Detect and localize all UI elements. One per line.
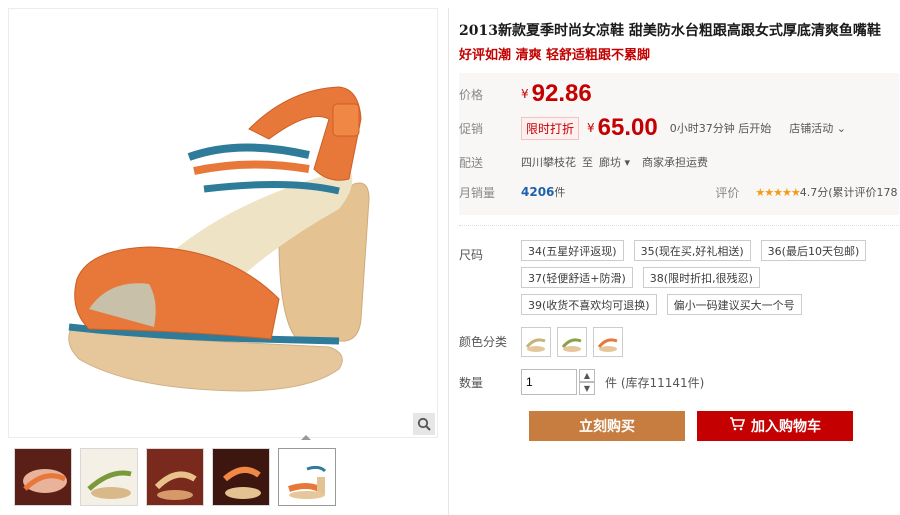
promo-countdown: 0小时37分钟 后开始: [669, 122, 772, 135]
sales-row: 月销量 4206 件 评价 ★★★★★ 4.7分(累计评价178: [459, 177, 899, 207]
sandal-illustration: [68, 86, 370, 392]
quantity-label: 数量: [459, 375, 484, 390]
promo-price: 65.00: [597, 114, 658, 141]
quantity-input[interactable]: [521, 369, 577, 395]
increase-quantity-icon[interactable]: ▲: [579, 369, 595, 382]
size-option-35[interactable]: 35(现在买,好礼相送): [633, 240, 751, 261]
rating-label: 评价: [715, 185, 740, 200]
sales-unit: 件: [554, 186, 566, 199]
cart-icon: [729, 417, 746, 435]
quantity-row: 数量 ▲ ▼ 件 (库存11141件): [459, 369, 900, 395]
promo-tag: 限时打折: [521, 116, 580, 140]
thumbnail-1[interactable]: [14, 448, 72, 506]
original-price-row: 价格 ¥ 92.86: [459, 79, 899, 109]
monthly-sales-count: 4206: [521, 185, 555, 199]
size-option-34[interactable]: 34(五星好评返现): [521, 240, 624, 261]
size-label: 尺码: [459, 248, 484, 262]
buy-now-button[interactable]: 立刻购买: [529, 411, 685, 441]
add-to-cart-label: 加入购物车: [751, 419, 821, 435]
currency-symbol: ¥: [521, 87, 529, 101]
stock-info: 件 (库存11141件): [605, 375, 705, 390]
thumbnail-2[interactable]: [80, 448, 138, 506]
thumbnail-4[interactable]: [212, 448, 270, 506]
star-rating-icon: ★★★★★: [755, 185, 800, 199]
price-label: 价格: [459, 87, 484, 102]
rating-summary-link[interactable]: 4.7分(累计评价178: [800, 184, 898, 200]
size-option-36[interactable]: 36(最后10天包邮): [760, 240, 867, 261]
sales-label: 月销量: [459, 185, 496, 200]
chevron-down-icon: ⌄: [833, 122, 846, 135]
promo-price-row: 促销 限时打折 ¥ 65.00 0小时37分钟 后开始 店铺活动 ⌄: [459, 113, 899, 143]
size-list: 34(五星好评返现) 35(现在买,好礼相送) 36(最后10天包邮) 37(轻…: [521, 240, 891, 315]
shipping-label: 配送: [459, 155, 484, 170]
size-option-38[interactable]: 38(限时折扣,很残忍): [642, 267, 760, 288]
shipping-row: 配送 四川攀枝花 至 廊坊 ▾ 商家承担运费: [459, 147, 899, 177]
promo-currency-symbol: ¥: [587, 121, 595, 135]
color-swatch-1[interactable]: [521, 327, 551, 357]
thumbnail-3[interactable]: [146, 448, 204, 506]
thumbnail-strip: [8, 448, 438, 510]
size-option-39[interactable]: 39(收货不喜欢均可退换): [521, 294, 657, 315]
thumbnail-5[interactable]: [278, 448, 336, 506]
color-options: 颜色分类: [459, 327, 900, 357]
original-price: 92.86: [531, 80, 592, 107]
zoom-icon[interactable]: [413, 413, 435, 435]
shipping-to-prefix: 至: [582, 156, 593, 169]
size-options: 尺码 34(五星好评返现) 35(现在买,好礼相送) 36(最后10天包邮) 3…: [459, 240, 900, 315]
color-swatch-3[interactable]: [593, 327, 623, 357]
promo-label: 促销: [459, 121, 484, 136]
decrease-quantity-icon[interactable]: ▼: [579, 382, 595, 395]
quantity-stepper: ▲ ▼: [579, 369, 595, 395]
shop-activity-label: 店铺活动: [789, 122, 834, 135]
shop-activity-dropdown[interactable]: 店铺活动 ⌄: [789, 120, 846, 136]
divider: [459, 225, 899, 226]
size-option-37[interactable]: 37(轻便舒适+防滑): [521, 267, 633, 288]
thumb-pointer-icon: [301, 435, 311, 440]
shipping-fee: 商家承担运费: [642, 156, 709, 169]
shipping-destination: 廊坊: [599, 156, 621, 169]
product-subtitle: 好评如潮 清爽 轻舒适粗跟不累脚: [459, 48, 651, 63]
color-list: [521, 327, 623, 357]
product-gallery: [8, 8, 438, 515]
shipping-destination-selector[interactable]: 廊坊 ▾: [599, 154, 630, 170]
main-product-image[interactable]: [8, 8, 438, 438]
color-label: 颜色分类: [459, 335, 508, 349]
caret-down-icon: ▾: [621, 156, 631, 169]
size-note-option[interactable]: 偏小一码建议买大一个号: [666, 294, 802, 315]
product-info-panel: 2013新款夏季时尚女凉鞋 甜美防水台粗跟高跟女式厚底清爽鱼嘴鞋 好评如潮 清爽…: [448, 8, 900, 515]
product-title: 2013新款夏季时尚女凉鞋 甜美防水台粗跟高跟女式厚底清爽鱼嘴鞋: [459, 23, 881, 39]
shipping-from: 四川攀枝花: [521, 156, 576, 169]
action-buttons: 立刻购买 加入购物车: [529, 411, 900, 441]
price-box: 价格 ¥ 92.86 促销 限时打折 ¥ 65.00 0小时37分钟 后开始 店…: [459, 73, 899, 215]
color-swatch-2[interactable]: [557, 327, 587, 357]
add-to-cart-button[interactable]: 加入购物车: [697, 411, 853, 441]
